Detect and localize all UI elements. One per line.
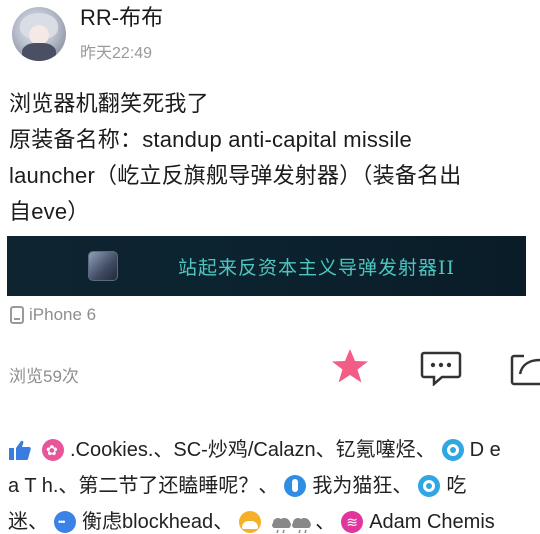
liker-name[interactable]: 我为猫狂	[312, 468, 392, 504]
separator: 、	[213, 511, 234, 533]
likes-line: 迷 、 衡虑blockhead 、 、 Adam Chemis	[8, 504, 538, 534]
liker-name[interactable]: Adam Chemis	[369, 504, 495, 534]
share-icon[interactable]	[510, 350, 540, 386]
post-text-line: 自eve）	[9, 199, 90, 224]
thumbs-up-icon	[9, 440, 31, 460]
likes-list: .Cookies. 、SC-炒鸡/Calazn 、钇氪噻烃 、 D e a T …	[8, 432, 538, 534]
liker-name[interactable]: 吃	[446, 468, 466, 504]
banner-text: 站起来反资本主义导弹发射器II	[178, 256, 456, 279]
liker-name[interactable]: 迷	[8, 504, 28, 534]
missile-launcher-icon	[88, 251, 118, 281]
username[interactable]: RR-布布	[80, 5, 163, 31]
view-count: 浏览59次	[9, 367, 79, 386]
comment-icon[interactable]	[420, 350, 462, 386]
liker-avatar[interactable]	[239, 511, 262, 533]
phone-icon	[10, 306, 24, 324]
user-meta: RR-布布 昨天22:49	[80, 5, 163, 63]
post-body: 浏览器机翻笑死我了 原装备名称：standup anti-capital mis…	[9, 86, 529, 230]
post-time: 昨天22:49	[80, 45, 153, 62]
liker-avatar[interactable]	[441, 439, 464, 461]
liker-avatar[interactable]	[284, 475, 307, 497]
separator: 、	[28, 511, 48, 533]
liker-avatar[interactable]	[42, 439, 64, 461]
separator: 、	[415, 439, 436, 461]
liker-name[interactable]: 、SC-炒鸡/Calazn	[153, 432, 315, 468]
liker-name[interactable]: .Cookies.	[70, 432, 153, 468]
liker-name[interactable]: D e	[470, 432, 501, 468]
likes-line: a T h. 、第二节了还瞌睡呢？ 、 我为猫狂 、 吃	[8, 468, 538, 504]
liker-name[interactable]: 、钇氪噻烃	[316, 432, 416, 468]
post-image-banner[interactable]: 站起来反资本主义导弹发射器II	[7, 236, 526, 296]
post-text-line: launcher（屹立反旗舰导弹发射器）（装备名出	[9, 163, 462, 188]
post-header: RR-布布 昨天22:49	[12, 4, 163, 64]
liker-name[interactable]: a T h.	[8, 468, 58, 504]
user-avatar[interactable]	[12, 7, 66, 61]
post-text-line: 浏览器机翻笑死我了	[9, 91, 209, 116]
device-info: iPhone 6	[10, 305, 96, 325]
device-name: iPhone 6	[29, 305, 97, 324]
liker-name[interactable]: 衡虑blockhead	[82, 504, 213, 534]
post-text-line: 原装备名称：standup anti-capital missile	[9, 127, 412, 152]
liker-name[interactable]: 、第二节了还瞌睡呢？	[58, 468, 258, 504]
separator: 、	[392, 475, 413, 497]
separator: 、	[315, 511, 336, 533]
liker-avatar[interactable]	[341, 511, 364, 533]
liker-avatar[interactable]	[54, 511, 76, 533]
separator: 、	[258, 475, 279, 497]
weather-emoji-icon[interactable]	[269, 511, 313, 533]
likes-line: .Cookies. 、SC-炒鸡/Calazn 、钇氪噻烃 、 D e	[8, 432, 538, 468]
liker-avatar[interactable]	[418, 475, 441, 497]
star-icon[interactable]	[330, 346, 370, 386]
